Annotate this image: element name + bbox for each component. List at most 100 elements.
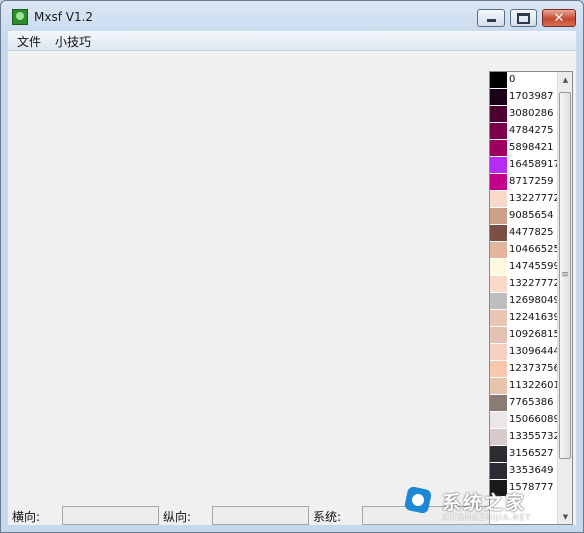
palette-item[interactable]: 4477825 — [490, 225, 559, 242]
color-value: 10926815 — [509, 329, 560, 340]
close-icon: ✕ — [553, 10, 565, 26]
color-value: 13355732 — [509, 431, 560, 442]
color-value: 9085654 — [509, 210, 554, 221]
color-value: 13227772 — [509, 278, 560, 289]
color-swatch — [490, 174, 507, 191]
color-value: 13227772 — [509, 193, 560, 204]
color-value: 12241639 — [509, 312, 560, 323]
color-swatch — [490, 225, 507, 242]
color-swatch — [490, 463, 507, 480]
window-title: Mxsf V1.2 — [34, 10, 94, 24]
watermark-text: 系统之家 — [442, 492, 527, 514]
color-value: 5898421 — [509, 142, 554, 153]
palette-item[interactable]: 15066089 — [490, 412, 560, 429]
color-swatch — [490, 344, 507, 361]
color-value: 15066089 — [509, 414, 560, 425]
color-value: 3156527 — [509, 448, 554, 459]
maximize-button[interactable] — [510, 9, 537, 27]
palette-scrollbar[interactable]: ▲ ≡ ▼ — [557, 72, 572, 524]
color-swatch — [490, 276, 507, 293]
color-value: 4477825 — [509, 227, 554, 238]
color-palette-list[interactable]: 0 1703987 3080286 4784275 5898421 16458917 871… — [489, 71, 573, 525]
palette-item[interactable]: 11322601 — [490, 378, 560, 395]
maximize-icon — [517, 12, 530, 24]
palette-item[interactable]: 3353649 — [490, 463, 559, 480]
system-label: 系统: — [313, 510, 342, 524]
color-value: 16458917 — [509, 159, 560, 170]
color-value: 0 — [509, 74, 516, 85]
color-swatch — [490, 378, 507, 395]
color-swatch — [490, 72, 507, 89]
palette-item[interactable]: 12698049 — [490, 293, 560, 310]
close-button[interactable]: ✕ — [542, 9, 576, 27]
client-area: 0 1703987 3080286 4784275 5898421 16458917 871… — [8, 51, 576, 525]
palette-item[interactable]: 5898421 — [490, 140, 559, 157]
minimize-icon — [486, 19, 496, 22]
palette-item[interactable]: 12241639 — [490, 310, 560, 327]
palette-item[interactable]: 13227772 — [490, 191, 560, 208]
color-value: 4784275 — [509, 125, 554, 136]
title-bar[interactable]: Mxsf V1.2 ✕ — [1, 1, 583, 31]
color-swatch — [490, 89, 507, 106]
palette-item[interactable]: 12373756 — [490, 361, 560, 378]
color-swatch — [490, 412, 507, 429]
palette-item[interactable]: 14745599 — [490, 259, 560, 276]
palette-item[interactable]: 13355732 — [490, 429, 560, 446]
color-value: 3080286 — [509, 108, 554, 119]
palette-item[interactable]: 7765386 — [490, 395, 559, 412]
color-swatch — [490, 310, 507, 327]
palette-item[interactable]: 8717259 — [490, 174, 559, 191]
scroll-up-icon[interactable]: ▲ — [559, 72, 572, 87]
color-swatch — [490, 157, 507, 174]
color-swatch — [490, 242, 507, 259]
vertical-label: 纵向: — [163, 510, 192, 524]
palette-item[interactable]: 13227772 — [490, 276, 560, 293]
watermark-logo-icon — [403, 485, 433, 515]
color-swatch — [490, 123, 507, 140]
palette-item[interactable]: 13096444 — [490, 344, 560, 361]
watermark-subtext: XITONGZHIJIA.NET — [442, 513, 532, 522]
minimize-button[interactable] — [477, 9, 505, 27]
color-swatch — [490, 327, 507, 344]
color-value: 1703987 — [509, 91, 554, 102]
menu-file[interactable]: 文件 — [17, 33, 41, 50]
color-value: 3353649 — [509, 465, 554, 476]
palette-item[interactable]: 1703987 — [490, 89, 559, 106]
color-value: 8717259 — [509, 176, 554, 187]
color-swatch — [490, 361, 507, 378]
watermark: 系统之家 XITONGZHIJIA.NET — [403, 485, 580, 530]
scroll-thumb[interactable]: ≡ — [559, 92, 571, 459]
color-swatch — [490, 293, 507, 310]
palette-item[interactable]: 3156527 — [490, 446, 559, 463]
color-swatch — [490, 191, 507, 208]
color-swatch — [490, 395, 507, 412]
palette-item[interactable]: 10926815 — [490, 327, 560, 344]
app-window: Mxsf V1.2 ✕ 文件 小技巧 0 1703987 3080286 478427… — [0, 0, 584, 533]
app-icon — [12, 9, 28, 25]
color-value: 14745599 — [509, 261, 560, 272]
palette-item[interactable]: 16458917 — [490, 157, 560, 174]
palette-item[interactable]: 9085654 — [490, 208, 559, 225]
menu-bar: 文件 小技巧 — [8, 31, 576, 51]
color-swatch — [490, 259, 507, 276]
palette-item[interactable]: 3080286 — [490, 106, 559, 123]
palette-item[interactable]: 10466525 — [490, 242, 560, 259]
horizontal-value-field — [62, 506, 159, 525]
color-swatch — [490, 446, 507, 463]
color-swatch — [490, 106, 507, 123]
palette-item[interactable]: 0 — [490, 72, 559, 89]
menu-tips[interactable]: 小技巧 — [55, 33, 91, 50]
horizontal-label: 横向: — [12, 510, 41, 524]
color-value: 10466525 — [509, 244, 560, 255]
palette-items: 0 1703987 3080286 4784275 5898421 16458917 871… — [490, 72, 560, 497]
palette-item[interactable]: 4784275 — [490, 123, 559, 140]
color-value: 13096444 — [509, 346, 560, 357]
color-swatch — [490, 429, 507, 446]
color-value: 7765386 — [509, 397, 554, 408]
color-swatch — [490, 140, 507, 157]
color-value: 11322601 — [509, 380, 560, 391]
color-value: 12698049 — [509, 295, 560, 306]
vertical-value-field — [212, 506, 309, 525]
color-swatch — [490, 208, 507, 225]
grip-icon: ≡ — [561, 270, 569, 280]
